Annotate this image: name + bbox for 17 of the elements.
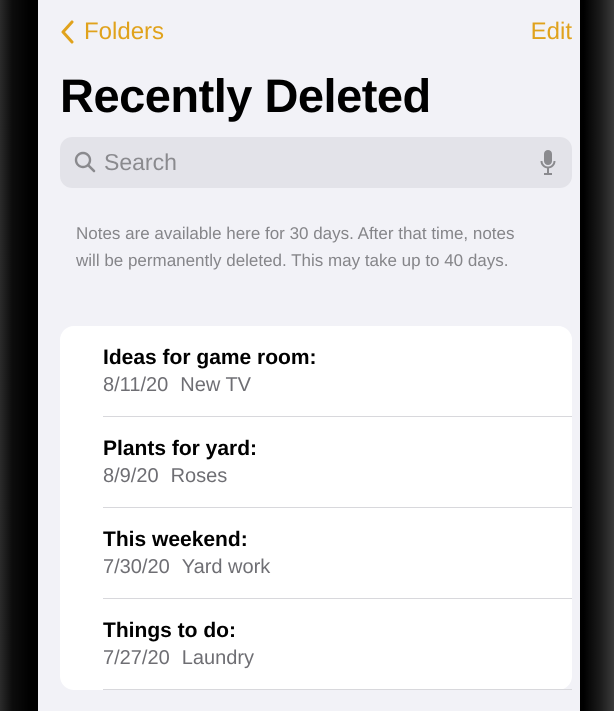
note-date: 8/11/20 — [103, 374, 168, 396]
note-date: 7/27/20 — [103, 646, 170, 670]
note-preview: New TV — [180, 374, 252, 396]
note-preview: Yard work — [182, 556, 270, 578]
info-text: Notes are available here for 30 days. After that time, notes will be permanently deleted. This may take up to 40 days. — [76, 223, 516, 272]
microphone-icon[interactable] — [540, 149, 556, 175]
page-title: Recently Deleted — [60, 68, 432, 123]
note-date: 8/9/20 — [103, 464, 159, 488]
note-title[interactable]: Plants for yard: — [103, 436, 572, 460]
search-field[interactable]: Search — [60, 137, 572, 188]
note-title[interactable]: Ideas for game room: — [103, 346, 572, 370]
note-preview: Roses — [170, 464, 228, 488]
note-preview: Laundry — [182, 646, 254, 670]
note-title[interactable]: Things to do: — [103, 618, 572, 642]
note-title[interactable]: This weekend: — [103, 528, 572, 552]
chevron-icon — [60, 20, 74, 44]
note-date: 7/30/20 — [103, 556, 170, 578]
